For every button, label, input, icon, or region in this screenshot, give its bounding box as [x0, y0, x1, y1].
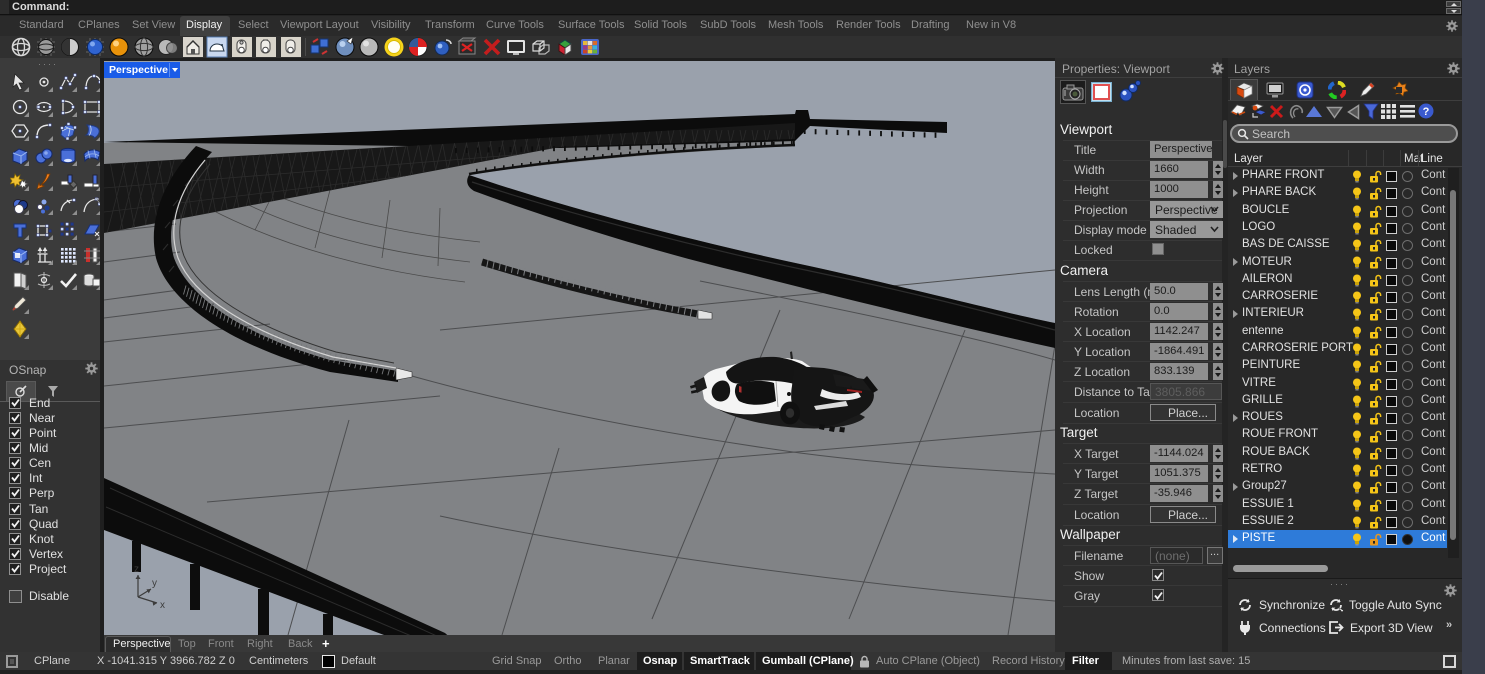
svg-text:y: y: [152, 578, 157, 589]
svg-text:x: x: [160, 600, 165, 611]
svg-text:z: z: [134, 564, 139, 575]
svg-text:?: ?: [1423, 106, 1430, 118]
